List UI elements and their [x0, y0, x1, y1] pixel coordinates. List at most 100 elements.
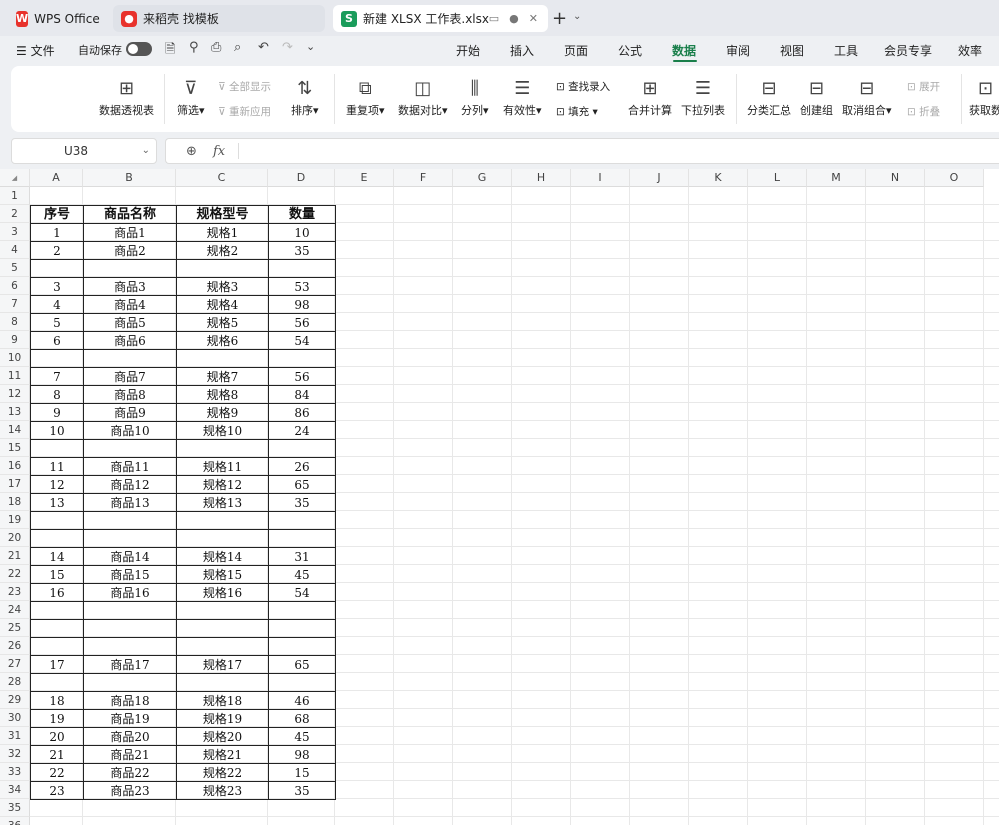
- table-cell[interactable]: 65: [268, 655, 336, 674]
- row-header[interactable]: 27: [0, 655, 30, 673]
- table-cell[interactable]: 45: [268, 727, 336, 746]
- table-cell[interactable]: 35: [268, 493, 336, 512]
- menu-item-review[interactable]: 审阅: [726, 42, 750, 59]
- validity-button[interactable]: ☰ 有效性▾: [503, 76, 542, 118]
- table-cell[interactable]: [30, 673, 84, 692]
- table-cell[interactable]: 规格1: [176, 223, 269, 242]
- row-header[interactable]: 8: [0, 313, 30, 331]
- row-header[interactable]: 30: [0, 709, 30, 727]
- row-header[interactable]: 28: [0, 673, 30, 691]
- subtotal-button[interactable]: ⊟ 分类汇总: [747, 76, 791, 118]
- table-cell[interactable]: [30, 601, 84, 620]
- table-cell[interactable]: [176, 601, 269, 620]
- table-cell[interactable]: 16: [30, 583, 84, 602]
- table-cell[interactable]: 3: [30, 277, 84, 296]
- row-header[interactable]: 16: [0, 457, 30, 475]
- header-cell[interactable]: 数量: [268, 205, 336, 224]
- row-header[interactable]: 6: [0, 277, 30, 295]
- sort-button[interactable]: ⇅ 排序▾: [291, 76, 319, 118]
- row-header[interactable]: 24: [0, 601, 30, 619]
- table-cell[interactable]: 商品14: [83, 547, 177, 566]
- row-header[interactable]: 4: [0, 241, 30, 259]
- table-cell[interactable]: 9: [30, 403, 84, 422]
- fill-button[interactable]: ⊡ 填充 ▾: [556, 104, 598, 119]
- column-header[interactable]: K: [689, 169, 748, 187]
- table-cell[interactable]: [30, 259, 84, 278]
- row-header[interactable]: 11: [0, 367, 30, 385]
- row-header[interactable]: 12: [0, 385, 30, 403]
- row-header[interactable]: 19: [0, 511, 30, 529]
- table-cell[interactable]: 规格8: [176, 385, 269, 404]
- table-cell[interactable]: [176, 637, 269, 656]
- name-box[interactable]: U38 ⌄: [11, 138, 157, 164]
- table-cell[interactable]: 商品12: [83, 475, 177, 494]
- table-cell[interactable]: 规格2: [176, 241, 269, 260]
- menu-item-tools[interactable]: 工具: [834, 42, 858, 59]
- table-cell[interactable]: [83, 439, 177, 458]
- table-cell[interactable]: 商品3: [83, 277, 177, 296]
- dot-icon[interactable]: ●: [509, 12, 519, 25]
- menu-item-formula[interactable]: 公式: [618, 42, 642, 59]
- table-cell[interactable]: [268, 511, 336, 530]
- column-header[interactable]: J: [630, 169, 689, 187]
- table-cell[interactable]: 35: [268, 241, 336, 260]
- table-cell[interactable]: [176, 673, 269, 692]
- formula-input[interactable]: ⊕ fx: [165, 138, 999, 164]
- table-cell[interactable]: 规格16: [176, 583, 269, 602]
- table-cell[interactable]: [83, 259, 177, 278]
- table-cell[interactable]: [83, 619, 177, 638]
- table-cell[interactable]: 13: [30, 493, 84, 512]
- table-cell[interactable]: 11: [30, 457, 84, 476]
- table-cell[interactable]: 商品7: [83, 367, 177, 386]
- table-cell[interactable]: 商品20: [83, 727, 177, 746]
- table-cell[interactable]: 规格7: [176, 367, 269, 386]
- table-cell[interactable]: 商品2: [83, 241, 177, 260]
- column-header[interactable]: L: [748, 169, 807, 187]
- table-cell[interactable]: 5: [30, 313, 84, 332]
- row-header[interactable]: 10: [0, 349, 30, 367]
- table-cell[interactable]: 商品6: [83, 331, 177, 350]
- table-cell[interactable]: 规格4: [176, 295, 269, 314]
- table-cell[interactable]: 23: [30, 781, 84, 800]
- compare-button[interactable]: ◫ 数据对比▾: [398, 76, 448, 118]
- header-cell[interactable]: 序号: [30, 205, 84, 224]
- row-header[interactable]: 25: [0, 619, 30, 637]
- table-cell[interactable]: 规格21: [176, 745, 269, 764]
- row-header[interactable]: 15: [0, 439, 30, 457]
- tab-spreadsheet[interactable]: S 新建 XLSX 工作表.xlsx ▭ ● ✕: [333, 5, 548, 32]
- table-cell[interactable]: 规格13: [176, 493, 269, 512]
- table-cell[interactable]: 26: [268, 457, 336, 476]
- table-cell[interactable]: 商品13: [83, 493, 177, 512]
- row-header[interactable]: 36: [0, 817, 30, 825]
- table-cell[interactable]: [83, 529, 177, 548]
- table-cell[interactable]: [30, 511, 84, 530]
- row-header[interactable]: 31: [0, 727, 30, 745]
- redo-icon[interactable]: ↷: [282, 40, 293, 55]
- column-header[interactable]: H: [512, 169, 571, 187]
- table-cell[interactable]: [30, 439, 84, 458]
- table-cell[interactable]: 98: [268, 295, 336, 314]
- column-header[interactable]: E: [335, 169, 394, 187]
- column-header[interactable]: N: [866, 169, 925, 187]
- row-header[interactable]: 32: [0, 745, 30, 763]
- expand-button[interactable]: ⊡ 展开: [907, 79, 940, 94]
- menu-item-insert[interactable]: 插入: [510, 42, 534, 59]
- table-cell[interactable]: 98: [268, 745, 336, 764]
- table-cell[interactable]: 规格15: [176, 565, 269, 584]
- table-cell[interactable]: 7: [30, 367, 84, 386]
- table-cell[interactable]: 10: [30, 421, 84, 440]
- get-data-button[interactable]: ⊡ 获取数: [969, 76, 999, 118]
- table-cell[interactable]: 15: [268, 763, 336, 782]
- table-cell[interactable]: 商品17: [83, 655, 177, 674]
- table-cell[interactable]: 35: [268, 781, 336, 800]
- table-cell[interactable]: 65: [268, 475, 336, 494]
- dropdown-list-button[interactable]: ☰ 下拉列表: [681, 76, 725, 118]
- collapse-button[interactable]: ⊡ 折叠: [907, 104, 940, 119]
- row-header[interactable]: 35: [0, 799, 30, 817]
- table-cell[interactable]: [176, 511, 269, 530]
- table-cell[interactable]: [268, 619, 336, 638]
- table-cell[interactable]: 22: [30, 763, 84, 782]
- table-cell[interactable]: 45: [268, 565, 336, 584]
- table-cell[interactable]: 46: [268, 691, 336, 710]
- row-header[interactable]: 2: [0, 205, 30, 223]
